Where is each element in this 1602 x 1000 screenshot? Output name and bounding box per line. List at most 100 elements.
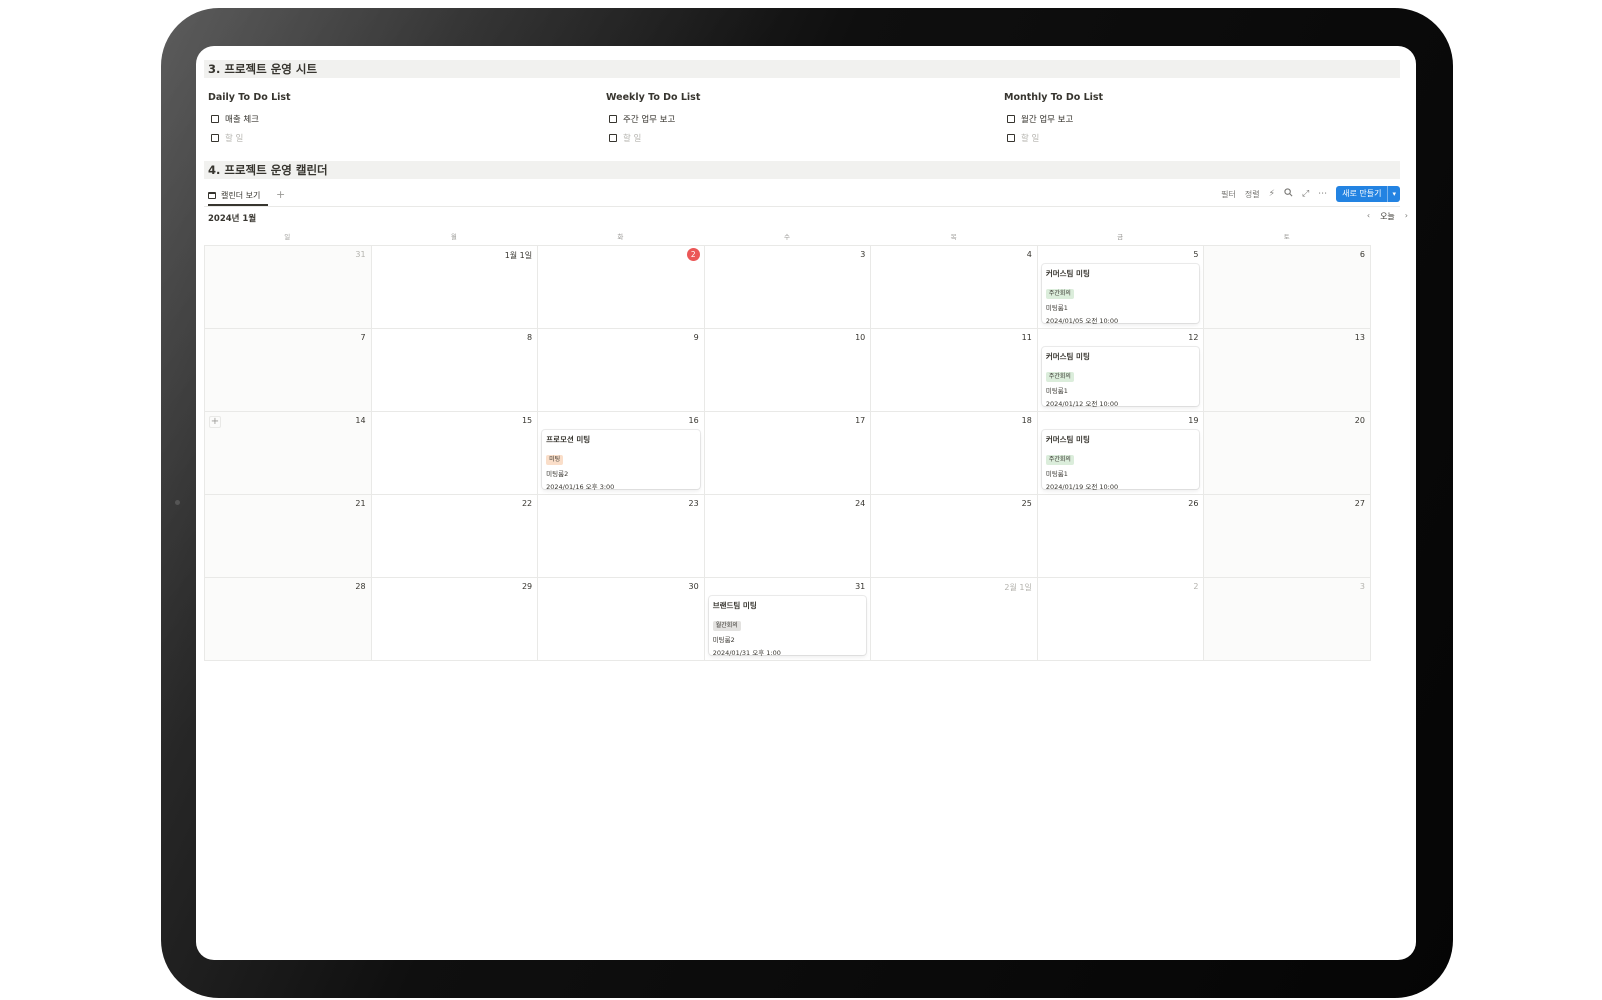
day-number: 13	[1354, 333, 1365, 342]
calendar-day[interactable]: 2	[1037, 578, 1205, 661]
day-number: 6	[1359, 250, 1365, 259]
checkbox[interactable]	[211, 133, 219, 142]
calendar-day[interactable]: 3	[704, 246, 872, 329]
todo-weekly: Weekly To Do List 주간 업무 보고 할 일	[606, 92, 986, 147]
filter-button[interactable]: 필터	[1221, 189, 1236, 200]
calendar-day[interactable]: 2	[538, 246, 705, 329]
calendar-day[interactable]: 23	[538, 495, 705, 578]
checkbox[interactable]	[1007, 114, 1015, 123]
lightning-icon[interactable]: ⚡	[1269, 189, 1275, 199]
plus-icon[interactable]: +	[276, 188, 285, 201]
todo-item[interactable]: 월간 업무 보고	[1004, 109, 1384, 128]
day-number: 19	[1188, 416, 1199, 425]
todo-daily: Daily To Do List 매출 체크 할 일	[208, 92, 588, 147]
weekday-label: 월	[450, 233, 457, 241]
todo-text: 할 일	[225, 133, 244, 144]
chevron-left-icon[interactable]: ‹	[1367, 211, 1370, 222]
day-number: 31	[855, 582, 866, 591]
calendar-day[interactable]: 8	[371, 329, 539, 412]
calendar-day[interactable]: 21	[205, 495, 372, 578]
event-card[interactable]: 브랜드팀 미팅 월간회의 미팅룸2 2024/01/31 오후 1:00	[708, 596, 867, 657]
calendar-day[interactable]: 17	[704, 412, 872, 495]
day-number: 4	[1026, 250, 1032, 259]
todo-title: Monthly To Do List	[1004, 92, 1104, 103]
calendar-day[interactable]: 10	[704, 329, 872, 412]
calendar-day[interactable]: 31 브랜드팀 미팅 월간회의 미팅룸2 2024/01/31 오후 1:00	[704, 578, 872, 661]
calendar-day[interactable]: 3	[1204, 578, 1371, 661]
event-card[interactable]: 프로모션 미팅 미팅 미팅룸2 2024/01/16 오후 3:00	[542, 430, 700, 491]
calendar-day[interactable]: 20	[1204, 412, 1371, 495]
section-title-sheet: 3. 프로젝트 운영 시트	[204, 60, 1400, 78]
event-room: 미팅룸1	[1045, 304, 1068, 312]
todo-item[interactable]: 할 일	[208, 128, 588, 147]
sort-button[interactable]: 정렬	[1245, 189, 1260, 200]
day-number: 7	[360, 333, 366, 342]
calendar-day[interactable]: 29	[371, 578, 539, 661]
todo-item[interactable]: 주간 업무 보고	[606, 109, 986, 128]
calendar-day[interactable]: 9	[538, 329, 705, 412]
checkbox[interactable]	[1007, 133, 1015, 142]
calendar-day[interactable]: 27	[1204, 495, 1371, 578]
event-card[interactable]: 커머스팀 미팅 주간회의 미팅룸1 2024/01/19 오전 10:00	[1041, 430, 1200, 491]
todo-title: Weekly To Do List	[606, 92, 701, 103]
event-time: 2024/01/16 오후 3:00	[546, 483, 615, 491]
calendar-day[interactable]: 13	[1204, 329, 1371, 412]
calendar-day[interactable]: 24	[704, 495, 872, 578]
new-button[interactable]: 새로 만들기 ▾	[1336, 186, 1400, 202]
calendar-day[interactable]: 4	[871, 246, 1038, 329]
calendar-day[interactable]: 25	[871, 495, 1038, 578]
todo-item[interactable]: 매출 체크	[208, 109, 588, 128]
calendar-day[interactable]: 19 커머스팀 미팅 주간회의 미팅룸1 2024/01/19 오전 10:00	[1037, 412, 1205, 495]
tab-calendar-view[interactable]: 캘린더 보기	[208, 187, 269, 206]
more-icon[interactable]: ⋯	[1318, 189, 1327, 199]
camera-dot	[175, 500, 180, 505]
tab-label: 캘린더 보기	[221, 191, 261, 200]
calendar-day[interactable]: 1월 1일	[371, 246, 539, 329]
calendar-day[interactable]: 22	[371, 495, 539, 578]
calendar-day[interactable]: 18	[871, 412, 1038, 495]
section-title-calendar: 4. 프로젝트 운영 캘린더	[204, 161, 1400, 179]
event-tag-row: 주간회의	[1045, 446, 1196, 468]
calendar-day[interactable]: 30	[538, 578, 705, 661]
event-tag: 미팅	[546, 455, 564, 465]
weekday-label: 일	[284, 233, 291, 241]
today-button[interactable]: 오늘	[1380, 211, 1395, 222]
calendar-day[interactable]: 31	[205, 246, 372, 329]
event-tag: 주간회의	[1045, 289, 1074, 299]
checkbox[interactable]	[609, 133, 617, 142]
calendar-day[interactable]: 5 커머스팀 미팅 주간회의 미팅룸1 2024/01/05 오전 10:00	[1037, 246, 1205, 329]
checkbox[interactable]	[609, 114, 617, 123]
search-icon[interactable]	[1284, 188, 1293, 200]
calendar-day[interactable]: 2월 1일	[871, 578, 1038, 661]
event-card[interactable]: 커머스팀 미팅 주간회의 미팅룸1 2024/01/12 오전 10:00	[1041, 347, 1200, 408]
todo-item[interactable]: 할 일	[606, 128, 986, 147]
calendar-day[interactable]: 26	[1037, 495, 1205, 578]
calendar-day[interactable]: 11	[871, 329, 1038, 412]
day-number: 24	[855, 499, 866, 508]
event-time: 2024/01/05 오전 10:00	[1045, 317, 1119, 325]
calendar-day[interactable]: 28	[205, 578, 372, 661]
chevron-down-icon[interactable]: ▾	[1387, 186, 1400, 202]
calendar-day[interactable]: 12 커머스팀 미팅 주간회의 미팅룸1 2024/01/12 오전 10:00	[1037, 329, 1205, 412]
day-number: 14	[355, 416, 366, 425]
plus-icon[interactable]: +	[209, 416, 221, 428]
event-title: 커머스팀 미팅	[1045, 435, 1090, 444]
checkbox[interactable]	[211, 114, 219, 123]
calendar-day[interactable]: 7	[205, 329, 372, 412]
event-card[interactable]: 커머스팀 미팅 주간회의 미팅룸1 2024/01/05 오전 10:00	[1041, 264, 1200, 325]
expand-icon[interactable]: ⤢	[1302, 189, 1309, 199]
todo-text: 월간 업무 보고	[1021, 114, 1074, 125]
event-tag-row: 주간회의	[1045, 363, 1196, 385]
day-number: 20	[1354, 416, 1365, 425]
calendar-day[interactable]: 6	[1204, 246, 1371, 329]
chevron-right-icon[interactable]: ›	[1405, 211, 1408, 222]
event-tag-row: 월간회의	[712, 612, 863, 634]
event-time: 2024/01/19 오전 10:00	[1045, 483, 1119, 491]
day-number: 16	[688, 416, 699, 425]
calendar-day[interactable]: 14 +	[205, 412, 372, 495]
calendar-day[interactable]: 16 프로모션 미팅 미팅 미팅룸2 2024/01/16 오후 3:00	[538, 412, 705, 495]
todo-item[interactable]: 할 일	[1004, 128, 1384, 147]
event-tag: 주간회의	[1045, 372, 1074, 382]
day-number: 2월 1일	[1004, 583, 1032, 592]
calendar-day[interactable]: 15	[371, 412, 539, 495]
